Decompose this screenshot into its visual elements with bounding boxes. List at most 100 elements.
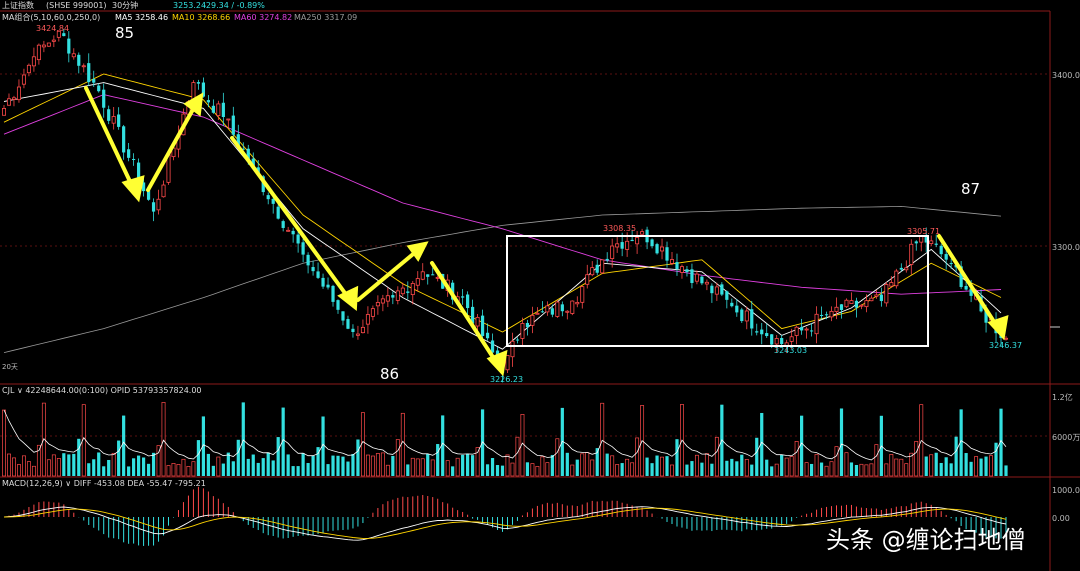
- price-tick-3400: 3400.00: [1052, 71, 1080, 80]
- candle: [360, 319, 365, 334]
- volume-bar: [356, 439, 360, 476]
- volume-bar: [87, 463, 91, 476]
- volume-bar: [750, 464, 754, 476]
- volume-bar: [824, 465, 829, 477]
- volume-bar: [176, 463, 181, 477]
- volume-bar: [420, 458, 425, 477]
- volume-bar: [645, 457, 649, 476]
- volume-bar: [216, 456, 221, 477]
- candle: [869, 295, 874, 302]
- volume-bar: [351, 454, 355, 476]
- volume-bar: [954, 436, 958, 476]
- volume-bar: [72, 453, 76, 476]
- candle: [610, 238, 615, 268]
- chart-canvas: 上证指数 (SHSE 999001) 30分钟 3253.24 -29.34 /…: [0, 0, 1080, 571]
- volume-bar: [455, 457, 460, 477]
- candle: [794, 325, 799, 345]
- volume-bar: [286, 454, 290, 476]
- candle: [81, 63, 86, 73]
- volume-bar: [436, 444, 440, 476]
- volume-bar: [111, 452, 116, 477]
- volume-bar: [495, 465, 500, 476]
- volume-bar: [241, 402, 245, 476]
- candle: [226, 118, 231, 128]
- price-change: -29.34 / -0.89%: [203, 1, 265, 10]
- volume-bar: [590, 459, 595, 477]
- volume-bar: [146, 463, 151, 476]
- macd-header[interactable]: MACD(12,26,9) ∨ DIFF -453.08 DEA -55.47 …: [2, 479, 206, 488]
- volume-bar: [451, 466, 455, 476]
- volume-bar: [261, 458, 265, 476]
- candle: [540, 301, 544, 313]
- candle: [550, 304, 554, 318]
- candle: [117, 107, 121, 130]
- candle: [385, 287, 390, 308]
- candle: [714, 282, 719, 301]
- volume-bar: [620, 463, 624, 476]
- volume-bar: [924, 456, 928, 476]
- ma-legend-label[interactable]: MA组合(5,10,60,0,250,0): [2, 12, 100, 22]
- volume-bar: [675, 439, 679, 476]
- volume-panel: CJL ∨ 42248644.00(0:100) OPID 5379335782…: [0, 386, 1080, 477]
- volume-bar: [336, 455, 340, 476]
- volume-bar: [166, 465, 171, 477]
- volume-bar: [505, 454, 510, 477]
- volume-bar: [191, 461, 196, 477]
- candle: [710, 283, 714, 303]
- volume-bar: [122, 415, 126, 476]
- volume-bar: [725, 460, 729, 476]
- volume-header[interactable]: CJL ∨ 42248644.00(0:100) OPID 5379335782…: [2, 386, 202, 395]
- candle: [590, 261, 595, 277]
- candle: [206, 95, 210, 108]
- volume-bar: [331, 455, 335, 476]
- volume-bar: [774, 463, 779, 477]
- candle: [41, 40, 46, 53]
- volume-bar: [97, 452, 101, 476]
- candle: [485, 323, 490, 341]
- days-label: 20天: [2, 363, 18, 371]
- arrow-down-4: [937, 234, 1009, 341]
- candle: [750, 300, 754, 336]
- candle: [760, 322, 764, 345]
- volume-bar: [461, 454, 465, 476]
- volume-bar: [406, 464, 410, 476]
- candle: [765, 323, 769, 338]
- candle: [849, 292, 854, 304]
- volume-bar: [400, 412, 405, 477]
- candle: [286, 226, 291, 232]
- candle: [600, 259, 605, 275]
- volume-bar: [740, 454, 744, 476]
- candle: [894, 268, 899, 289]
- candle: [122, 124, 126, 160]
- arrow-up-2: [356, 241, 429, 302]
- volume-bar: [2, 409, 6, 477]
- volume-bar: [395, 439, 400, 477]
- ma250-legend: MA250 3317.09: [294, 13, 357, 22]
- volume-bar: [117, 440, 121, 476]
- candle: [461, 289, 465, 305]
- volume-bar: [67, 454, 71, 476]
- volume-bar: [7, 453, 11, 477]
- volume-bar: [306, 463, 310, 476]
- volume-bar: [969, 461, 973, 476]
- candle: [595, 259, 599, 276]
- candle: [426, 274, 430, 285]
- volume-bar: [884, 463, 889, 477]
- volume-bar: [585, 452, 590, 477]
- volume-bar: [565, 452, 569, 476]
- volume-bar: [989, 455, 993, 477]
- candle: [859, 304, 864, 310]
- candle: [834, 297, 839, 320]
- volume-bar: [107, 459, 111, 476]
- candle: [316, 262, 320, 279]
- candle: [216, 100, 221, 121]
- wave-label-87: 87: [961, 180, 980, 198]
- period-selector[interactable]: 30分钟: [112, 0, 138, 10]
- wave-label-86: 86: [380, 365, 399, 383]
- candle: [391, 291, 395, 305]
- candle: [844, 298, 849, 309]
- volume-bar: [132, 458, 136, 476]
- volume-bar: [744, 459, 749, 477]
- volume-bar: [765, 459, 769, 476]
- candle: [291, 227, 295, 243]
